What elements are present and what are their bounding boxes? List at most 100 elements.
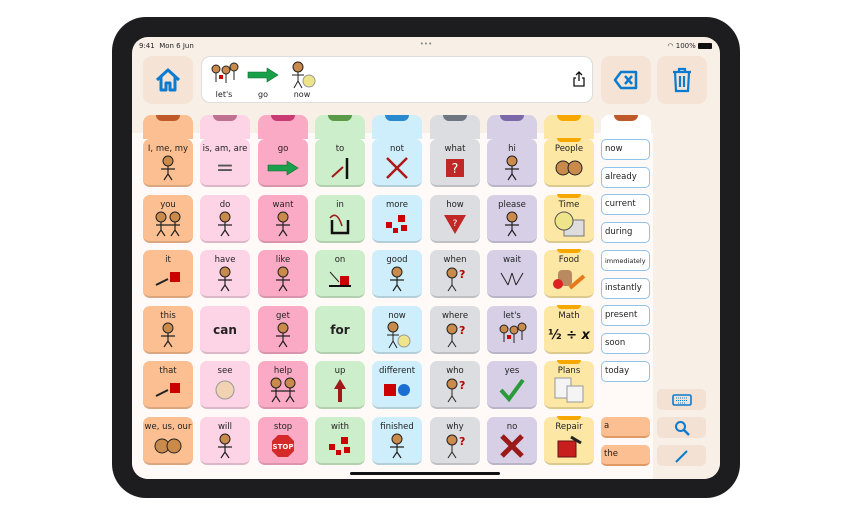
word-button-current[interactable]: current xyxy=(601,194,650,216)
symbol-button-food[interactable]: Food xyxy=(544,249,594,298)
category-tab-6[interactable] xyxy=(487,115,537,139)
sentence-bar[interactable]: let's go now xyxy=(201,56,593,103)
symbol-button-i-me-my[interactable]: I, me, my xyxy=(143,139,193,187)
word-button-immediately[interactable]: immediately xyxy=(601,249,650,271)
symbol-button-get[interactable]: get xyxy=(258,306,308,354)
person-icon xyxy=(258,265,308,293)
symbol-button-do[interactable]: do xyxy=(200,195,250,243)
symbol-button-not[interactable]: not xyxy=(372,139,422,187)
symbol-button-to[interactable]: to xyxy=(315,139,365,187)
category-tab-5[interactable] xyxy=(430,115,480,139)
backspace-button[interactable] xyxy=(601,56,651,104)
symbol-button-good[interactable]: good xyxy=(372,250,422,298)
home-button[interactable] xyxy=(143,56,193,104)
symbol-button-on[interactable]: on xyxy=(315,250,365,298)
home-indicator[interactable] xyxy=(350,472,500,475)
search-button[interactable] xyxy=(657,417,706,438)
category-tab-7[interactable] xyxy=(544,115,594,139)
symbol-label: why xyxy=(446,422,464,432)
symbol-button-want[interactable]: want xyxy=(258,195,308,243)
symbol-button-when[interactable]: when ? xyxy=(430,250,480,298)
word-button-a[interactable]: a xyxy=(601,417,650,438)
symbol-button-this[interactable]: this xyxy=(143,306,193,354)
symbol-button-it[interactable]: it xyxy=(143,250,193,298)
check-icon xyxy=(487,376,537,404)
sentence-word[interactable]: now xyxy=(282,60,322,99)
toolbox-icon xyxy=(544,432,594,460)
arrow-in-icon xyxy=(315,210,365,238)
word-button-the[interactable]: the xyxy=(601,444,650,466)
symbol-button-let-s[interactable]: let's xyxy=(487,306,537,354)
symbol-button-what[interactable]: what ? xyxy=(430,139,480,187)
category-tab-3[interactable] xyxy=(315,115,365,139)
symbol-label: have xyxy=(214,255,236,265)
symbol-button-you[interactable]: you xyxy=(143,195,193,243)
keyboard-icon xyxy=(671,393,692,406)
symbol-button-up[interactable]: up xyxy=(315,361,365,409)
word-button-now[interactable]: now xyxy=(601,139,650,160)
symbol-button-that[interactable]: that xyxy=(143,361,193,409)
keyboard-button[interactable] xyxy=(657,389,706,410)
symbol-button-is-am-are[interactable]: is, am, are = xyxy=(200,139,250,187)
category-tab-0[interactable] xyxy=(143,115,193,139)
sentence-word[interactable]: let's xyxy=(204,60,244,99)
symbol-button-math[interactable]: Math ½ ÷ x xyxy=(544,305,594,354)
symbol-button-help[interactable]: help xyxy=(258,361,308,409)
symbol-button-different[interactable]: different xyxy=(372,361,422,409)
symbol-button-can[interactable]: can xyxy=(200,306,250,354)
sentence-word[interactable]: go xyxy=(243,60,283,99)
symbol-button-for[interactable]: for xyxy=(315,306,365,354)
symbol-label: wait xyxy=(503,255,521,265)
category-tab-8[interactable] xyxy=(601,115,651,139)
symbol-label: not xyxy=(390,144,404,154)
share-button[interactable] xyxy=(573,71,585,91)
edit-button[interactable] xyxy=(657,445,706,466)
symbol-button-hi[interactable]: hi xyxy=(487,139,537,187)
symbol-button-we-us-our[interactable]: we, us, our xyxy=(143,417,193,465)
symbol-button-how[interactable]: how ? xyxy=(430,195,480,243)
math-icon: ½ ÷ x xyxy=(548,327,590,343)
symbol-button-people[interactable]: People xyxy=(544,138,594,187)
category-tab-4[interactable] xyxy=(372,115,422,139)
word-button-during[interactable]: during xyxy=(601,222,650,244)
food-icon xyxy=(544,265,594,293)
category-tab-1[interactable] xyxy=(200,115,250,139)
clear-button[interactable] xyxy=(657,56,707,104)
symbol-label: up xyxy=(334,366,346,376)
multitask-dots[interactable]: ••• xyxy=(420,40,432,48)
blocks-icon xyxy=(315,432,365,460)
symbol-button-plans[interactable]: Plans xyxy=(544,360,594,409)
symbol-label: on xyxy=(334,255,346,265)
symbol-button-finished[interactable]: finished xyxy=(372,417,422,465)
symbol-button-no[interactable]: no xyxy=(487,417,537,465)
category-tab-2[interactable] xyxy=(258,115,308,139)
word-button-today[interactable]: today xyxy=(601,360,650,382)
symbol-button-who[interactable]: who ? xyxy=(430,361,480,409)
symbol-button-in[interactable]: in xyxy=(315,195,365,243)
symbol-label: to xyxy=(335,144,345,154)
symbol-button-like[interactable]: like xyxy=(258,250,308,298)
symbol-label: this xyxy=(160,311,176,321)
symbol-button-with[interactable]: with xyxy=(315,417,365,465)
word-button-already[interactable]: already xyxy=(601,166,650,188)
word-button-present[interactable]: present xyxy=(601,305,650,327)
symbol-button-more[interactable]: more xyxy=(372,195,422,243)
symbol-button-will[interactable]: will xyxy=(200,417,250,465)
symbol-button-why[interactable]: why ? xyxy=(430,417,480,465)
tab-marker xyxy=(500,115,524,121)
symbol-button-please[interactable]: please xyxy=(487,195,537,243)
symbol-button-go[interactable]: go xyxy=(258,139,308,187)
symbol-button-repair[interactable]: Repair xyxy=(544,416,594,465)
symbol-button-have[interactable]: have xyxy=(200,250,250,298)
symbol-button-yes[interactable]: yes xyxy=(487,361,537,409)
symbol-button-wait[interactable]: wait xyxy=(487,250,537,298)
symbol-label: can xyxy=(213,323,237,337)
symbol-button-see[interactable]: see xyxy=(200,361,250,409)
symbol-button-where[interactable]: where ? xyxy=(430,306,480,354)
symbol-button-now[interactable]: now xyxy=(372,306,422,354)
tools-panel xyxy=(653,385,720,479)
word-button-instantly[interactable]: instantly xyxy=(601,277,650,299)
symbol-button-time[interactable]: Time xyxy=(544,194,594,243)
word-button-soon[interactable]: soon xyxy=(601,332,650,354)
symbol-button-stop[interactable]: stop STOP xyxy=(258,417,308,465)
